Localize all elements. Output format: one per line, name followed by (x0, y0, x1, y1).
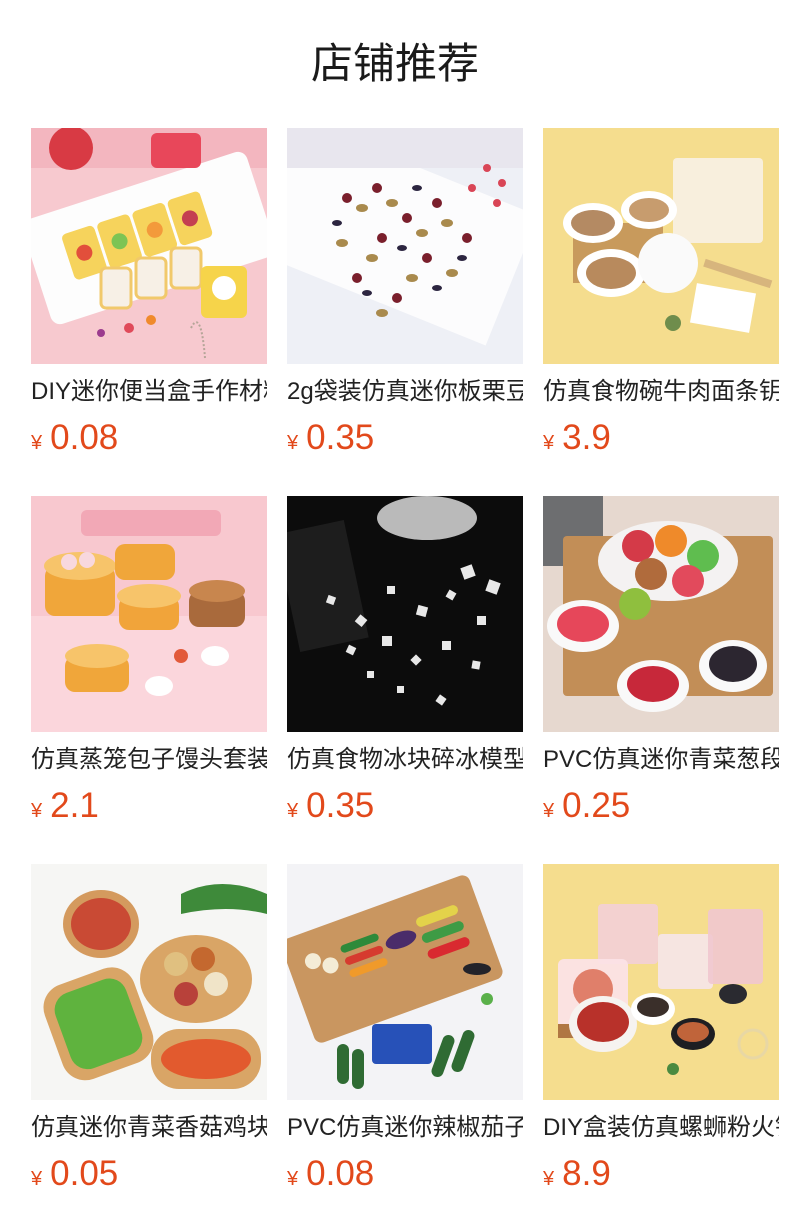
price-amount: 0.25 (562, 786, 631, 825)
price-amount: 2.1 (50, 786, 99, 825)
product-price: ¥0.35 (287, 786, 374, 826)
currency-symbol: ¥ (287, 800, 299, 822)
product-card[interactable]: DIY盒装仿真螺蛳粉火锅 ¥8.9 (543, 864, 779, 1194)
product-card[interactable]: 2g袋装仿真迷你板栗豆 ¥0.35 (287, 128, 523, 458)
product-price: ¥0.08 (287, 1154, 374, 1194)
currency-symbol: ¥ (287, 432, 299, 454)
currency-symbol: ¥ (31, 1168, 43, 1190)
price-amount: 0.05 (50, 1154, 119, 1193)
product-card[interactable]: 仿真迷你青菜香菇鸡块 ¥0.05 (31, 864, 267, 1194)
product-name[interactable]: PVC仿真迷你青菜葱段 (543, 744, 779, 776)
price-amount: 0.08 (306, 1154, 375, 1193)
product-name[interactable]: DIY盒装仿真螺蛳粉火锅 (543, 1112, 779, 1144)
price-amount: 0.35 (306, 786, 375, 825)
product-card[interactable]: 仿真食物碗牛肉面条钥匙扣 ¥3.9 (543, 128, 779, 458)
price-amount: 3.9 (562, 418, 611, 457)
product-name[interactable]: PVC仿真迷你辣椒茄子 (287, 1112, 523, 1144)
currency-symbol: ¥ (543, 1168, 555, 1190)
product-name[interactable]: 仿真食物碗牛肉面条钥匙扣 (543, 376, 779, 408)
product-image[interactable] (287, 128, 523, 364)
product-price: ¥0.08 (31, 418, 118, 458)
price-amount: 0.08 (50, 418, 119, 457)
product-image[interactable] (31, 864, 267, 1100)
product-price: ¥0.25 (543, 786, 630, 826)
product-card[interactable]: 仿真食物冰块碎冰模型 ¥0.35 (287, 496, 523, 826)
product-image[interactable] (287, 864, 523, 1100)
product-image[interactable] (543, 496, 779, 732)
product-image[interactable] (287, 496, 523, 732)
section-title: 店铺推荐 (310, 40, 479, 87)
product-card[interactable]: PVC仿真迷你青菜葱段 ¥0.25 (543, 496, 779, 826)
currency-symbol: ¥ (543, 432, 555, 454)
price-amount: 0.35 (306, 418, 375, 457)
currency-symbol: ¥ (543, 800, 555, 822)
product-price: ¥2.1 (31, 786, 99, 826)
product-card[interactable]: DIY迷你便当盒手作材料 ¥0.08 (31, 128, 267, 458)
product-name[interactable]: 仿真蒸笼包子馒头套装 (31, 744, 267, 776)
product-name[interactable]: 2g袋装仿真迷你板栗豆 (287, 376, 523, 408)
price-amount: 8.9 (562, 1154, 611, 1193)
product-price: ¥3.9 (543, 418, 611, 458)
product-card[interactable]: PVC仿真迷你辣椒茄子 ¥0.08 (287, 864, 523, 1194)
product-name[interactable]: 仿真食物冰块碎冰模型 (287, 744, 523, 776)
product-price: ¥0.05 (31, 1154, 118, 1194)
product-card[interactable]: 仿真蒸笼包子馒头套装 ¥2.1 (31, 496, 267, 826)
product-image[interactable] (31, 496, 267, 732)
product-image[interactable] (543, 864, 779, 1100)
product-image[interactable] (543, 128, 779, 364)
product-name[interactable]: 仿真迷你青菜香菇鸡块 (31, 1112, 267, 1144)
currency-symbol: ¥ (31, 432, 43, 454)
currency-symbol: ¥ (287, 1168, 299, 1190)
product-name[interactable]: DIY迷你便当盒手作材料 (31, 376, 267, 408)
currency-symbol: ¥ (31, 800, 43, 822)
product-price: ¥0.35 (287, 418, 374, 458)
product-image[interactable] (31, 128, 267, 364)
product-price: ¥8.9 (543, 1154, 611, 1194)
